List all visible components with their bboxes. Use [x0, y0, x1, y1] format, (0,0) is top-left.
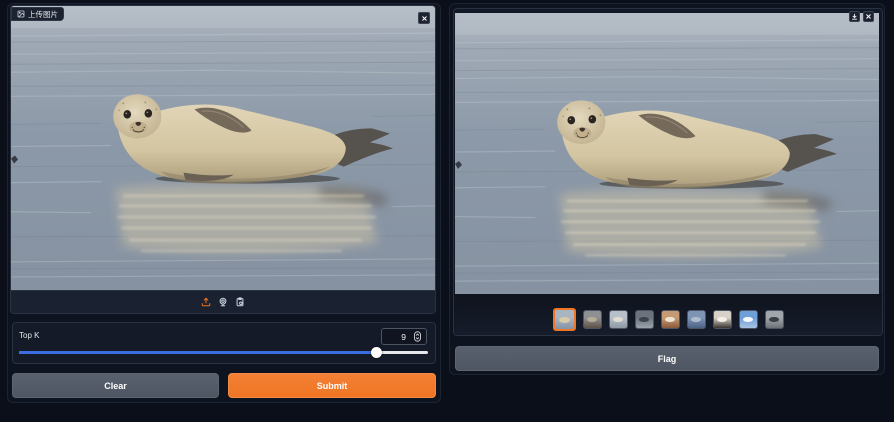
close-icon — [866, 14, 871, 19]
close-icon — [421, 15, 427, 21]
webcam-icon — [219, 297, 227, 307]
upload-label-text: 上传图片 — [28, 9, 58, 19]
slider-fill — [19, 351, 377, 354]
flag-button[interactable]: Flag — [455, 346, 879, 371]
output-gallery — [453, 8, 883, 336]
thumbnail-subject — [717, 316, 728, 323]
clipboard-source-button[interactable] — [235, 297, 246, 308]
clipboard-icon — [236, 297, 244, 307]
spinner-icon — [414, 331, 421, 342]
clear-image-button[interactable] — [418, 12, 430, 24]
slider-thumb[interactable] — [371, 347, 383, 358]
gallery-thumbnail[interactable] — [764, 309, 784, 329]
top-k-slider[interactable] — [19, 347, 428, 358]
image-icon — [17, 10, 25, 18]
thumbnail-subject — [691, 316, 702, 323]
download-icon — [852, 13, 857, 20]
gallery-thumbnail[interactable] — [738, 309, 758, 329]
output-column: Flag — [449, 3, 885, 375]
upload-source-button[interactable] — [201, 297, 212, 308]
thumbnail-row — [454, 307, 882, 331]
download-button[interactable] — [849, 11, 860, 22]
webcam-source-button[interactable] — [218, 297, 229, 308]
gallery-thumbnail[interactable] — [582, 309, 602, 329]
clear-button[interactable]: Clear — [12, 373, 219, 398]
source-toolbar — [11, 290, 435, 313]
thumbnail-strip — [454, 294, 882, 335]
upload-label: 上传图片 — [11, 7, 64, 21]
gallery-thumbnail[interactable] — [552, 307, 576, 331]
gallery-thumbnail[interactable] — [686, 309, 706, 329]
uploaded-image — [11, 6, 435, 290]
submit-button[interactable]: Submit — [228, 373, 436, 398]
gallery-preview-image — [455, 13, 879, 294]
thumbnail-subject — [639, 316, 650, 323]
gallery-thumbnail[interactable] — [608, 309, 628, 329]
thumbnail-subject — [743, 316, 754, 323]
top-k-block: Top K — [12, 322, 436, 364]
top-k-label: Top K — [19, 331, 40, 340]
top-k-number-field[interactable] — [381, 328, 427, 345]
thumbnail-subject — [665, 316, 676, 323]
thumbnail-subject — [587, 316, 598, 323]
upload-icon — [201, 297, 211, 307]
gallery-thumbnail[interactable] — [712, 309, 732, 329]
number-spinner[interactable] — [414, 331, 421, 342]
gallery-thumbnail[interactable] — [660, 309, 680, 329]
thumbnail-subject — [769, 316, 780, 323]
thumbnail-subject — [613, 316, 624, 323]
input-column: 上传图片 Top K 9 Clear Submit — [7, 3, 441, 403]
gallery-thumbnail[interactable] — [634, 309, 654, 329]
image-upload-block[interactable]: 上传图片 — [10, 5, 436, 314]
close-preview-button[interactable] — [863, 11, 874, 22]
thumbnail-subject — [558, 316, 570, 323]
